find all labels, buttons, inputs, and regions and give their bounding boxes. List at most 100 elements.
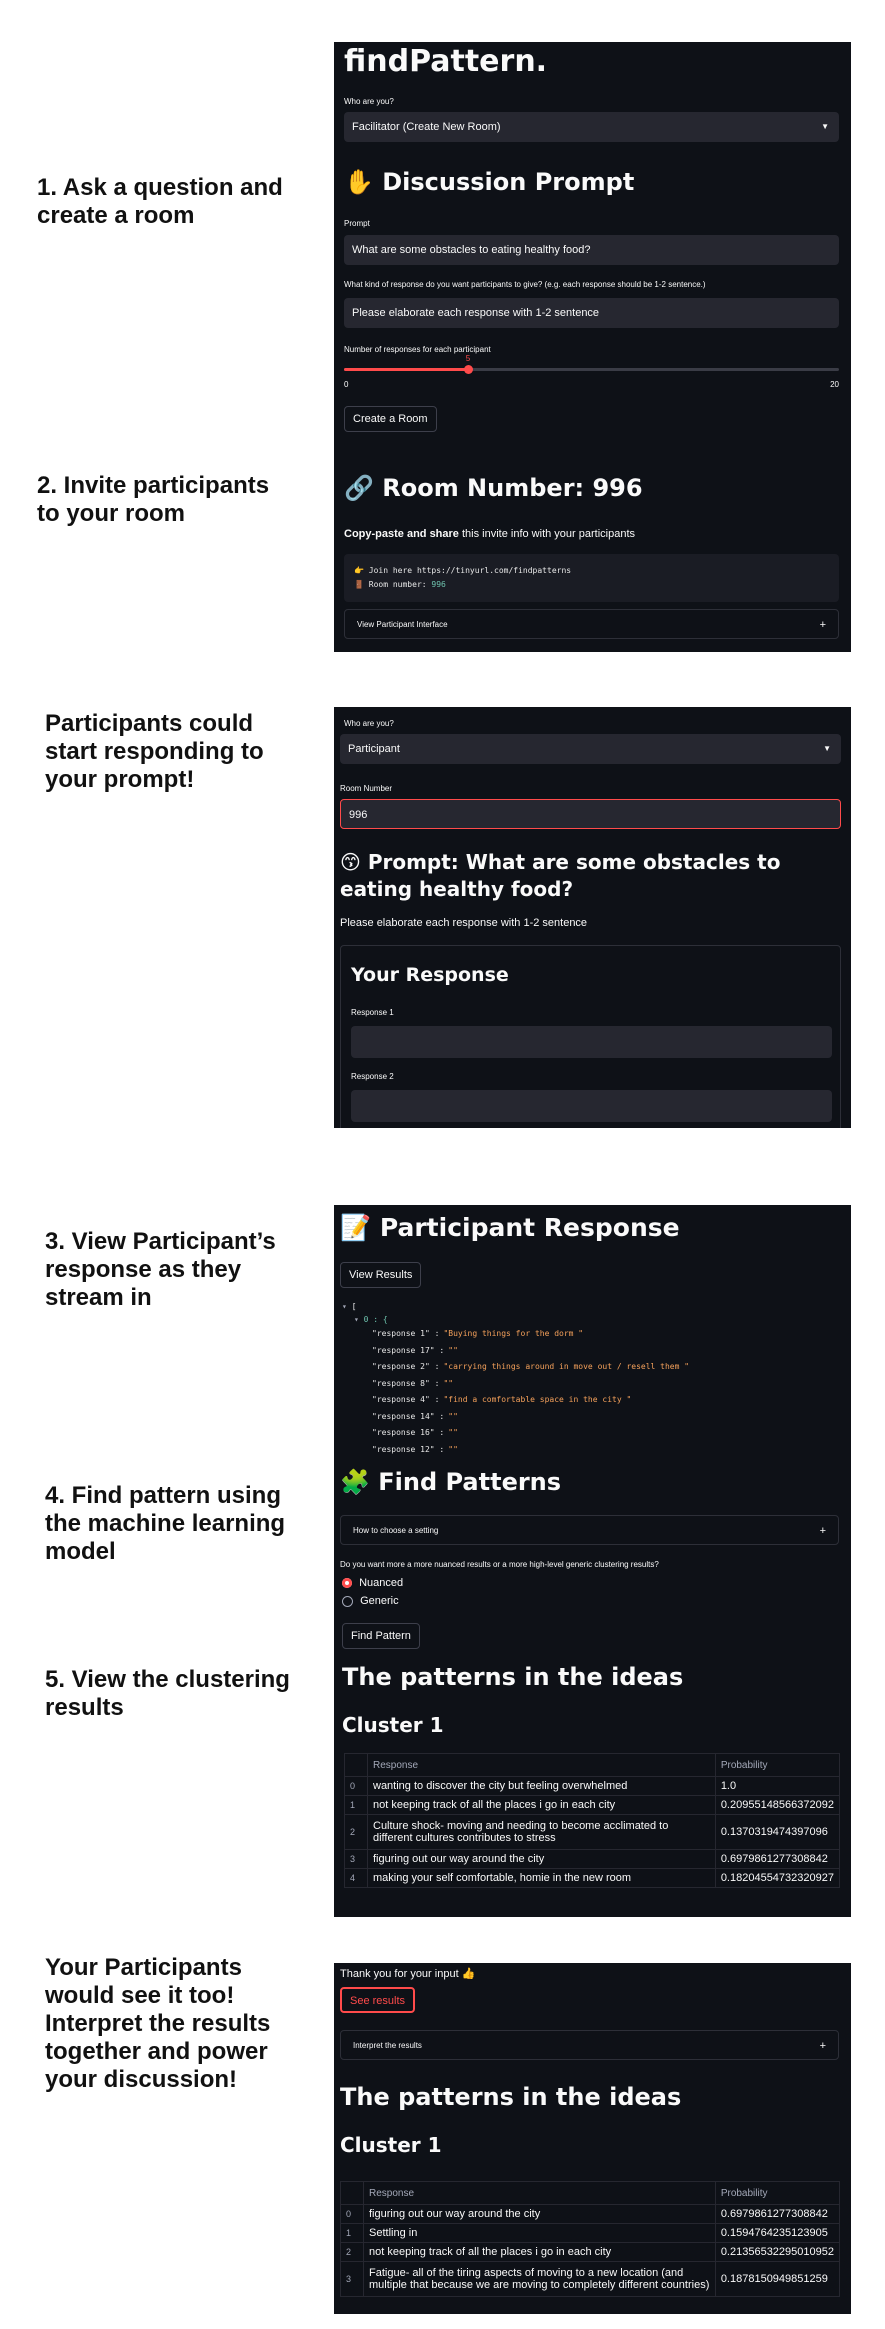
facilitator-screenshot: findPattern. Who are you? Facilitator (C…: [334, 42, 851, 652]
how-to-choose-expander[interactable]: How to choose a setting +: [340, 1515, 839, 1545]
radio-nuanced-label: Nuanced: [359, 1577, 404, 1590]
responses-slider[interactable]: 5 0 20: [344, 354, 839, 394]
response-form: Your Response Response 1 Response 2: [340, 945, 841, 1128]
response-cell: not keeping track of all the places i go…: [363, 2242, 716, 2262]
json-entry: "response 8" : "": [372, 1379, 453, 1388]
response-2-input[interactable]: [351, 1090, 832, 1122]
plus-icon: +: [819, 2040, 826, 2052]
response-cell: Settling in: [363, 2223, 716, 2243]
slider-thumb[interactable]: [463, 365, 473, 374]
caption-step-4: 4. Find pattern using the machine learni…: [45, 1482, 286, 1565]
cluster-table: Response Probability 0 figuring out our w…: [340, 2181, 841, 2297]
cluster-heading: Cluster 1: [342, 1713, 444, 1737]
prompt-input[interactable]: What are some obstacles to eating health…: [344, 235, 839, 265]
role-select-value: Facilitator (Create New Room): [352, 121, 501, 133]
prompt-label: Prompt: [344, 219, 370, 228]
index-header: [340, 2181, 364, 2205]
table-row: 0 figuring out our way around the city 0.6…: [340, 2204, 841, 2224]
json-value: "": [448, 1428, 458, 1437]
json-object[interactable]: ▾ 0 : {: [354, 1315, 388, 1324]
probability-column-header[interactable]: Probability: [714, 1753, 841, 1777]
json-key: "response 8" :: [372, 1378, 440, 1388]
json-entry: "response 12" : "": [372, 1445, 458, 1454]
setting-question: Do you want more a more nuanced results …: [340, 1560, 659, 1569]
probability-cell: 0.6979861277308842: [714, 1849, 841, 1869]
radio-generic[interactable]: Generic: [342, 1595, 399, 1609]
participant-role-select[interactable]: Participant ▼: [340, 734, 841, 764]
patterns-heading: The patterns in the ideas: [342, 1663, 684, 1691]
probability-cell: 0.1594764235123905: [714, 2223, 841, 2243]
json-value: "": [443, 1378, 454, 1388]
cluster-heading: Cluster 1: [340, 2133, 442, 2157]
response-cell: figuring out our way around the city: [363, 2204, 716, 2224]
num-responses-label: Number of responses for each participant: [344, 345, 491, 354]
response-cell: not keeping track of all the places i go…: [367, 1795, 716, 1815]
app-title: findPattern.: [344, 44, 548, 79]
caption-step-5: 5. View the clustering results: [45, 1666, 290, 1721]
discussion-prompt-heading: ✋ Discussion Prompt: [344, 168, 635, 196]
table-row: 2 not keeping track of all the places i g…: [340, 2242, 841, 2262]
chevron-down-icon: ▼: [821, 122, 829, 131]
json-key: "response 1" :: [372, 1329, 440, 1338]
code-line-room: 🚪 Room number: 996: [354, 580, 446, 589]
json-root[interactable]: ▾ [: [342, 1302, 356, 1311]
create-room-button[interactable]: Create a Room: [344, 406, 437, 432]
json-entry: "response 17" : "": [372, 1346, 458, 1355]
participant-who-label: Who are you?: [344, 719, 394, 728]
json-key: "response 4" :: [372, 1395, 440, 1404]
table-row: 3 Fatigue- all of the tiring aspects of m…: [340, 2261, 841, 2297]
response-1-input[interactable]: [351, 1026, 832, 1058]
code-room-number: 996: [431, 580, 446, 589]
json-entry: "response 14" : "": [372, 1412, 458, 1421]
response-column-header[interactable]: Response: [363, 2181, 716, 2205]
code-room-prefix: 🚪 Room number:: [354, 580, 432, 589]
interpret-results-expander[interactable]: Interpret the results +: [340, 2030, 839, 2060]
participant-prompt-heading: 😙 Prompt: What are some obstacles to eat…: [340, 850, 781, 901]
see-results-button[interactable]: See results: [340, 1987, 416, 2013]
invite-code-block: 👉 Join here https://tinyurl.com/findpatt…: [344, 554, 839, 602]
json-entry: "response 16" : "": [372, 1428, 458, 1437]
expander-label: How to choose a setting: [353, 1526, 439, 1535]
response-2-label: Response 2: [351, 1072, 394, 1081]
room-number-label: Room Number: [340, 784, 393, 793]
radio-selected-icon: [342, 1578, 352, 1589]
code-join-url: https://tinyurl.com/findpatterns: [416, 566, 572, 575]
probability-cell: 1.0: [714, 1776, 841, 1796]
who-label: Who are you?: [344, 97, 394, 106]
json-value: "": [448, 1345, 458, 1355]
find-pattern-button[interactable]: Find Pattern: [342, 1623, 420, 1649]
json-caret-icon: ▾: [354, 1315, 364, 1324]
patterns-heading: The patterns in the ideas: [340, 2083, 682, 2111]
table-row: 4 making your self comfortable, homie in …: [344, 1868, 841, 1888]
response-kind-input[interactable]: Please elaborate each response with 1-2 …: [344, 298, 839, 328]
view-participant-interface-expander[interactable]: View Participant Interface +: [344, 609, 839, 639]
json-value: "": [448, 1444, 458, 1454]
probability-column-header[interactable]: Probability: [714, 2181, 841, 2205]
role-select[interactable]: Facilitator (Create New Room) ▼: [344, 112, 839, 142]
slider-max: 20: [830, 380, 839, 389]
probability-cell: 0.18204554732320927: [714, 1868, 841, 1888]
radio-nuanced[interactable]: Nuanced: [342, 1577, 403, 1591]
table-header-row: Response Probability: [344, 1753, 841, 1777]
row-index: 3: [344, 1849, 368, 1869]
slider-min: 0: [344, 380, 349, 389]
caption-participants: Participants could start responding to y…: [45, 710, 264, 793]
row-index: 0: [340, 2204, 364, 2224]
code-line-join: 👉 Join here https://tinyurl.com/findpatt…: [354, 566, 571, 575]
index-header: [344, 1753, 368, 1777]
plus-icon: +: [819, 1525, 826, 1537]
json-key: "response 16" :: [372, 1428, 445, 1437]
expander-label: View Participant Interface: [357, 620, 448, 629]
participant-response-heading: 📝 Participant Response: [340, 1213, 680, 1242]
view-results-button[interactable]: View Results: [340, 1262, 422, 1288]
room-number-input[interactable]: 996: [340, 799, 841, 829]
response-cell: figuring out our way around the city: [367, 1849, 716, 1869]
radio-empty-icon: [342, 1595, 353, 1607]
response-cell: wanting to discover the city but feeling…: [367, 1776, 716, 1796]
response-cell: Fatigue- all of the tiring aspects of mo…: [363, 2261, 716, 2297]
response-column-header[interactable]: Response: [367, 1753, 716, 1777]
json-value: "": [448, 1411, 458, 1421]
probability-cell: 0.21356532295010952: [714, 2242, 841, 2262]
json-key: "response 14" :: [372, 1411, 445, 1421]
cluster-table: Response Probability 0 wanting to discove…: [344, 1753, 841, 1888]
